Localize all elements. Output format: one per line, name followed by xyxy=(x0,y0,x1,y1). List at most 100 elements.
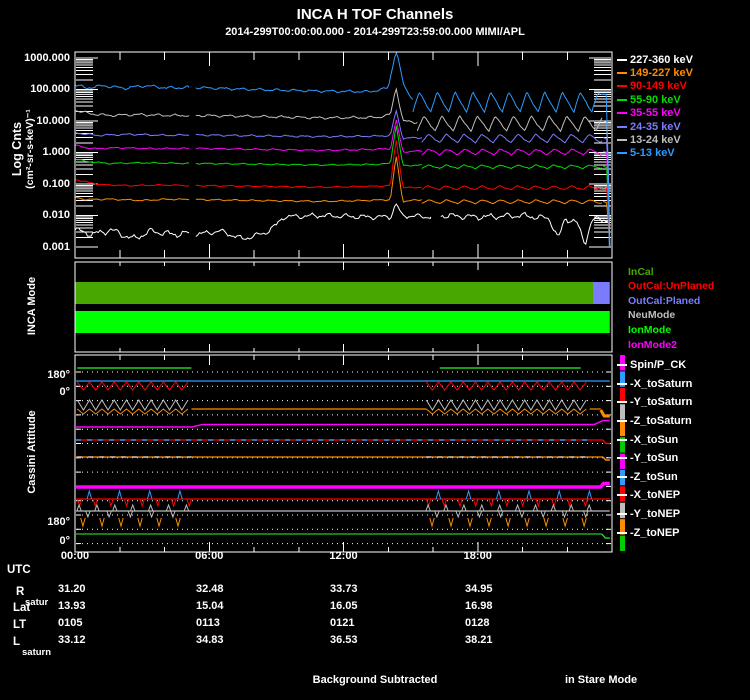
attitude-trace--X_toNEP xyxy=(526,489,532,500)
utc-time-label: 06:00 xyxy=(195,550,224,562)
attitude-trace--Z_toNEP xyxy=(99,517,105,528)
counts-y-tick-label: 0.001 xyxy=(42,240,70,253)
legend-dash-icon xyxy=(617,513,627,516)
counts-legend-item: 24-35 keV xyxy=(617,121,681,133)
legend-dash-icon xyxy=(617,112,627,115)
attitude-legend-label: -Z_toSun xyxy=(630,470,678,483)
attitude-trace--Z_toNEP xyxy=(601,533,610,539)
legend-dash-icon xyxy=(617,98,627,101)
counts-trace-55-90 keV xyxy=(195,125,423,167)
attitude-trace--Y_toNEP xyxy=(461,503,467,512)
footer-background-subtracted: Background Subtracted xyxy=(312,674,438,686)
attitude-trace--X_toNEP xyxy=(425,498,432,508)
mode-legend-item: OutCal:Planed xyxy=(628,294,701,307)
attitude-trace--X_toNEP xyxy=(186,498,192,508)
table-row-label: Lat xyxy=(13,602,31,614)
attitude-trace--X_toNEP xyxy=(551,498,557,508)
counts-y-tick-label: 1000.000 xyxy=(24,51,70,64)
mode-panel-frame xyxy=(74,261,613,353)
attitude-trace--Y_toSaturn xyxy=(76,399,189,411)
attitude-legend-label: -Y_toSun xyxy=(630,452,679,465)
attitude-trace--Y_toNEP xyxy=(496,503,503,512)
attitude-trace--X_toNEP xyxy=(586,489,593,500)
utc-time-label: 00:00 xyxy=(60,550,90,562)
attitude-trace--X_toNEP xyxy=(504,498,510,508)
mode-bar-OutCal:Planed xyxy=(592,282,610,304)
counts-trace-149-227 keV xyxy=(421,199,603,205)
attitude-trace--Z_toNEP xyxy=(429,517,435,528)
table-cell: 13.93 xyxy=(58,600,86,612)
table-cell: 15.04 xyxy=(196,600,224,612)
attitude-trace--Y_toNEP xyxy=(455,510,461,519)
counts-trace-227-360 keV xyxy=(440,211,609,245)
attitude-legend-label: -X_toSun xyxy=(630,433,679,446)
counts-legend-label: 90-149 keV xyxy=(630,80,687,93)
attitude-legend-label: -Y_toSaturn xyxy=(630,396,693,409)
attitude-legend-label: -Z_toSaturn xyxy=(630,414,692,427)
counts-trace-13-24 keV xyxy=(416,115,603,133)
legend-dash-icon xyxy=(617,419,627,422)
attitude-legend-label: -Z_toNEP xyxy=(630,526,680,539)
table-cell: 32.48 xyxy=(196,583,224,595)
attitude-trace--X_toNEP xyxy=(472,498,479,508)
attitude-trace--X_toNEP xyxy=(457,498,463,508)
mode-legend-item: NeuMode xyxy=(628,309,676,322)
counts-trace-227-360 keV xyxy=(195,203,432,240)
attitude-trace--Y_toNEP xyxy=(165,503,172,512)
attitude-legend-label: -X_toNEP xyxy=(630,489,681,502)
attitude-trace--Y_toSaturn xyxy=(425,399,587,411)
attitude-legend-label: -X_toSaturn xyxy=(630,377,693,390)
attitude-trace--Z_toNEP xyxy=(80,517,86,528)
attitude-trace--X_toNEP xyxy=(177,489,183,500)
mode-bar-InCal xyxy=(75,282,593,304)
attitude-trace--Y_toNEP xyxy=(183,503,190,512)
counts-trace-55-90 keV xyxy=(421,164,603,170)
attitude-trace--X_toNEP xyxy=(108,498,114,508)
legend-dash-icon xyxy=(617,531,627,534)
attitude-trace--Z_toSaturn xyxy=(76,419,610,428)
counts-legend-item: 13-24 keV xyxy=(617,134,681,146)
legend-dash-icon xyxy=(617,364,627,366)
attitude-trace--Y_toNEP xyxy=(130,503,136,512)
attitude-trace--Y_toNEP xyxy=(127,510,134,519)
attitude-trace--Z_toNEP xyxy=(581,517,587,528)
attitude-trace--Z_toNEP xyxy=(137,517,143,528)
attitude-trace--X_toNEP xyxy=(123,498,130,508)
attitude-trace--X_toNEP xyxy=(582,498,588,508)
counts-y-tick-label: 0.100 xyxy=(42,177,70,190)
legend-dash-icon xyxy=(617,58,627,61)
counts-legend-label: 55-90 keV xyxy=(630,93,681,106)
attitude-trace--X_toNEP xyxy=(170,498,177,508)
table-row-label: R xyxy=(16,586,25,598)
attitude-trace--Z_toNEP xyxy=(562,517,568,528)
counts-trace-5-13 keV xyxy=(412,91,601,114)
counts-legend-label: 13-24 keV xyxy=(630,133,681,146)
legend-dash-icon xyxy=(617,85,627,88)
attitude-trace--Y_toNEP xyxy=(85,510,91,519)
attitude-trace--X_toNEP xyxy=(76,498,83,508)
counts-y-tick-label: 1.000 xyxy=(42,146,70,158)
attitude-trace--Z_toNEP xyxy=(118,517,124,528)
table-row-label: LT xyxy=(13,619,27,631)
counts-legend-item: 90-149 keV xyxy=(617,80,687,92)
table-cell: 0105 xyxy=(58,617,83,629)
mode-legend-item: InCal xyxy=(628,265,654,278)
legend-dash-icon xyxy=(617,152,627,155)
counts-trace-13-24 keV xyxy=(195,87,418,125)
attitude-y-tick-label: 180° xyxy=(47,515,70,528)
legend-dash-icon xyxy=(617,475,627,478)
attitude-trace--Y_toNEP xyxy=(497,510,504,519)
attitude-trace--X_toNEP xyxy=(465,489,472,500)
attitude-trace--X_toNEP xyxy=(116,489,123,500)
attitude-trace--Y_toNEP xyxy=(434,510,440,519)
mode-bar-IonMode xyxy=(75,311,610,333)
counts-trace-90-149 keV xyxy=(421,185,603,191)
attitude-trace--X_toNEP xyxy=(556,489,562,500)
table-cell: 16.05 xyxy=(330,600,358,612)
attitude-trace--Y_toNEP xyxy=(479,503,485,512)
attitude-trace--Y_toNEP xyxy=(586,503,592,512)
attitude-trace--Y_toNEP xyxy=(425,503,431,512)
attitude-trace--Y_toSaturn xyxy=(599,409,610,418)
attitude-legend-label: Spin/P_CK xyxy=(630,359,687,371)
counts-legend-label: 35-55 keV xyxy=(630,107,681,120)
